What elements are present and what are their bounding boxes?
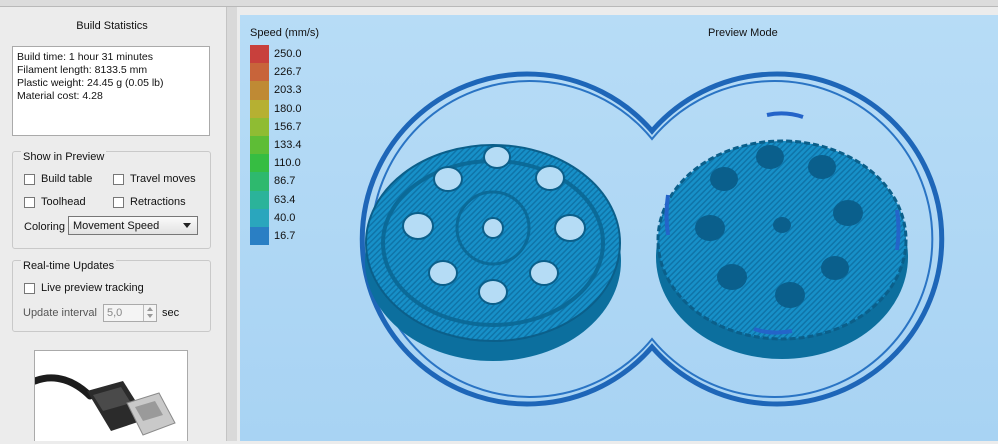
chevron-down-icon [183,223,191,228]
legend-swatch [250,208,269,227]
travel-moves-checkbox[interactable]: Travel moves [113,173,196,185]
legend-value: 133.4 [274,138,302,151]
coloring-label: Coloring [24,221,65,233]
legend-swatch [250,190,269,209]
checkbox-box[interactable] [24,282,35,294]
device-image [34,350,188,441]
legend-value: 180.0 [274,102,302,115]
legend-value: 63.4 [274,193,296,206]
legend-swatch [250,63,269,82]
stat-filament-length: Filament length: 8133.5 mm [17,64,148,76]
checkbox-box[interactable] [113,173,124,185]
top-strip [0,0,998,7]
legend-swatch [250,99,269,118]
legend-swatch [250,135,269,155]
legend-value: 203.3 [274,84,302,97]
update-interval-label: Update interval [23,307,97,319]
coloring-value: Movement Speed [73,219,160,232]
legend-value: 156.7 [274,120,302,133]
retractions-label: Retractions [130,196,186,208]
build-statistics-title: Build Statistics [76,20,148,32]
stat-material-cost: Material cost: 4.28 [17,90,103,102]
preview-viewport[interactable] [240,15,998,441]
checkbox-box[interactable] [24,173,35,185]
spinner-buttons[interactable] [143,305,156,321]
checkbox-box[interactable] [24,196,35,208]
legend-swatch [250,117,269,136]
build-statistics-box: Build time: 1 hour 31 minutes Filament l… [12,46,210,136]
preview-mode-label: Preview Mode [708,27,778,39]
spinner-down-icon[interactable] [147,314,153,318]
checkbox-box[interactable] [113,196,124,208]
build-table-label: Build table [41,173,93,185]
build-table-checkbox[interactable]: Build table [24,173,92,185]
legend-value: 40.0 [274,211,296,224]
legend-swatch [250,154,269,173]
spinner-up-icon[interactable] [147,307,153,311]
legend-value: 250.0 [274,48,302,60]
coloring-select[interactable]: Movement Speed [68,216,198,235]
usb-cable-icon [35,374,176,436]
live-preview-checkbox[interactable]: Live preview tracking [24,282,144,294]
legend-swatch [250,172,269,191]
legend-swatch [250,81,269,100]
update-interval-spinner[interactable]: 5,0 [103,304,157,322]
legend-value: 226.7 [274,66,302,79]
retractions-checkbox[interactable]: Retractions [113,196,186,208]
update-interval-unit: sec [162,307,180,319]
live-preview-label: Live preview tracking [41,282,144,294]
legend-value: 110.0 [274,157,301,170]
stat-plastic-weight: Plastic weight: 24.45 g (0.05 lb) [17,77,164,89]
speed-legend-title: Speed (mm/s) [250,27,320,39]
legend-value: 86.7 [274,175,296,188]
realtime-updates-title: Real-time Updates [21,260,117,272]
show-in-preview-title: Show in Preview [21,151,107,163]
legend-swatch [250,45,269,64]
toolhead-label: Toolhead [41,196,86,208]
legend-swatch [250,226,269,246]
stat-build-time: Build time: 1 hour 31 minutes [17,51,153,63]
panel-scrollbar[interactable] [226,7,237,441]
update-interval-value: 5,0 [107,307,123,319]
travel-moves-label: Travel moves [130,173,196,185]
toolpath-preview [359,71,945,407]
toolhead-checkbox[interactable]: Toolhead [24,196,86,208]
legend-value: 16.7 [274,229,296,242]
